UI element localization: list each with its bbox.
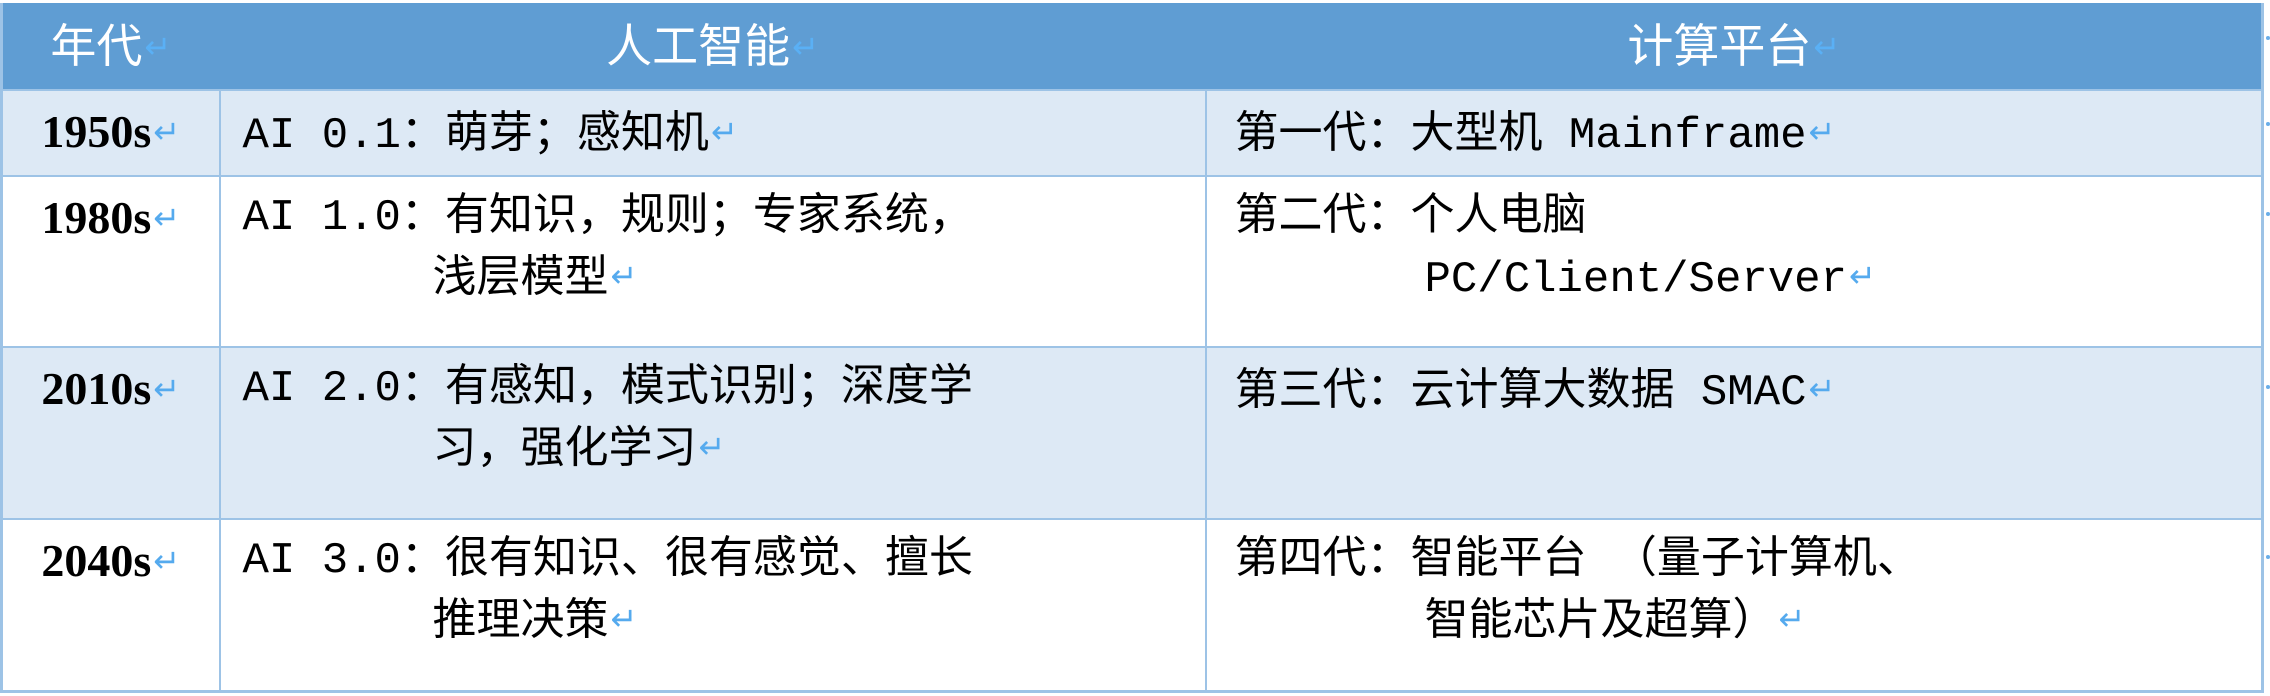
platform-text-line: 第四代：智能平台 （量子计算机、 <box>1234 536 1921 586</box>
era-label: 2010s <box>41 363 152 414</box>
ai-text-line: AI 2.0：有感知，模式识别；深度学 <box>242 364 973 414</box>
ai-cell: AI 0.1：萌芽；感知机↵ <box>218 89 1207 177</box>
header-platform: 计算平台↵ <box>1204 3 2264 91</box>
paragraph-mark-icon: ↵ <box>1778 600 1806 638</box>
end-of-row-marker-icon <box>2266 212 2270 216</box>
ai-computing-era-table: 年代↵ 人工智能↵ 计算平台↵ 1950s↵ AI 0.1：萌芽；感知机↵ 第一… <box>0 3 2264 693</box>
paragraph-mark-icon: ↵ <box>1808 113 1836 151</box>
table-row: 1950s↵ AI 0.1：萌芽；感知机↵ 第一代：大型机 Mainframe↵ <box>0 89 2264 177</box>
ai-cell: AI 1.0：有知识，规则；专家系统， 浅层模型↵ <box>218 175 1207 348</box>
end-of-row-marker-icon <box>2266 555 2270 559</box>
platform-text-line: 智能芯片及超算）↵ <box>1424 598 1806 648</box>
platform-text-line: 第一代：大型机 Mainframe↵ <box>1234 111 1836 161</box>
header-ai: 人工智能↵ <box>218 3 1207 91</box>
table-row: 2010s↵ AI 2.0：有感知，模式识别；深度学 习，强化学习↵ 第三代：云… <box>0 346 2264 520</box>
paragraph-mark-icon: ↵ <box>153 113 181 151</box>
paragraph-mark-icon: ↵ <box>610 257 638 295</box>
era-cell: 2010s↵ <box>0 346 221 520</box>
era-label: 2040s <box>41 535 152 586</box>
platform-cell: 第三代：云计算大数据 SMAC↵ <box>1204 346 2264 520</box>
era-cell: 2040s↵ <box>0 518 221 693</box>
era-cell: 1980s↵ <box>0 175 221 348</box>
platform-text-line: PC/Client/Server↵ <box>1424 255 1876 305</box>
paragraph-mark-icon: ↵ <box>153 542 181 580</box>
paragraph-mark-icon: ↵ <box>610 600 638 638</box>
paragraph-mark-icon: ↵ <box>153 370 181 408</box>
platform-cell: 第二代：个人电脑 PC/Client/Server↵ <box>1204 175 2264 348</box>
header-row: 年代↵ 人工智能↵ 计算平台↵ <box>0 3 2264 91</box>
end-of-row-marker-icon <box>2266 36 2270 40</box>
ai-cell: AI 3.0：很有知识、很有感觉、擅长 推理决策↵ <box>218 518 1207 693</box>
end-of-row-marker-icon <box>2266 385 2270 389</box>
paragraph-mark-icon: ↵ <box>1848 257 1876 295</box>
header-era: 年代↵ <box>0 3 221 91</box>
paragraph-mark-icon: ↵ <box>710 113 738 151</box>
ai-text-line: AI 1.0：有知识，规则；专家系统， <box>242 193 973 243</box>
era-label: 1980s <box>41 192 152 243</box>
era-cell: 1950s↵ <box>0 89 221 177</box>
table-row: 2040s↵ AI 3.0：很有知识、很有感觉、擅长 推理决策↵ 第四代：智能平… <box>0 518 2264 693</box>
end-of-row-marker-icon <box>2266 122 2270 126</box>
paragraph-mark-icon: ↵ <box>1813 27 1841 66</box>
paragraph-mark-icon: ↵ <box>153 199 181 237</box>
ai-text-line: 浅层模型↵ <box>432 255 638 305</box>
platform-cell: 第一代：大型机 Mainframe↵ <box>1204 89 2264 177</box>
ai-text-line: AI 3.0：很有知识、很有感觉、擅长 <box>242 536 973 586</box>
platform-text-line: 第二代：个人电脑 <box>1234 193 1587 243</box>
paragraph-mark-icon: ↵ <box>792 27 819 66</box>
ai-cell: AI 2.0：有感知，模式识别；深度学 习，强化学习↵ <box>218 346 1207 520</box>
table-row: 1980s↵ AI 1.0：有知识，规则；专家系统， 浅层模型↵ 第二代：个人电… <box>0 175 2264 348</box>
paragraph-mark-icon: ↵ <box>698 428 726 466</box>
paragraph-mark-icon: ↵ <box>144 27 172 66</box>
platform-text-line: 第三代：云计算大数据 SMAC↵ <box>1234 368 1836 418</box>
header-era-label: 年代 <box>50 18 143 73</box>
paragraph-mark-icon: ↵ <box>1808 370 1836 408</box>
ai-text-line: AI 0.1：萌芽；感知机↵ <box>242 111 738 161</box>
ai-text-line: 习，强化学习↵ <box>432 426 726 476</box>
ai-text-line: 推理决策↵ <box>432 598 638 648</box>
platform-cell: 第四代：智能平台 （量子计算机、 智能芯片及超算）↵ <box>1204 518 2264 693</box>
header-platform-label: 计算平台 <box>1627 18 1812 73</box>
era-label: 1950s <box>41 106 152 157</box>
header-ai-label: 人工智能 <box>606 18 791 73</box>
